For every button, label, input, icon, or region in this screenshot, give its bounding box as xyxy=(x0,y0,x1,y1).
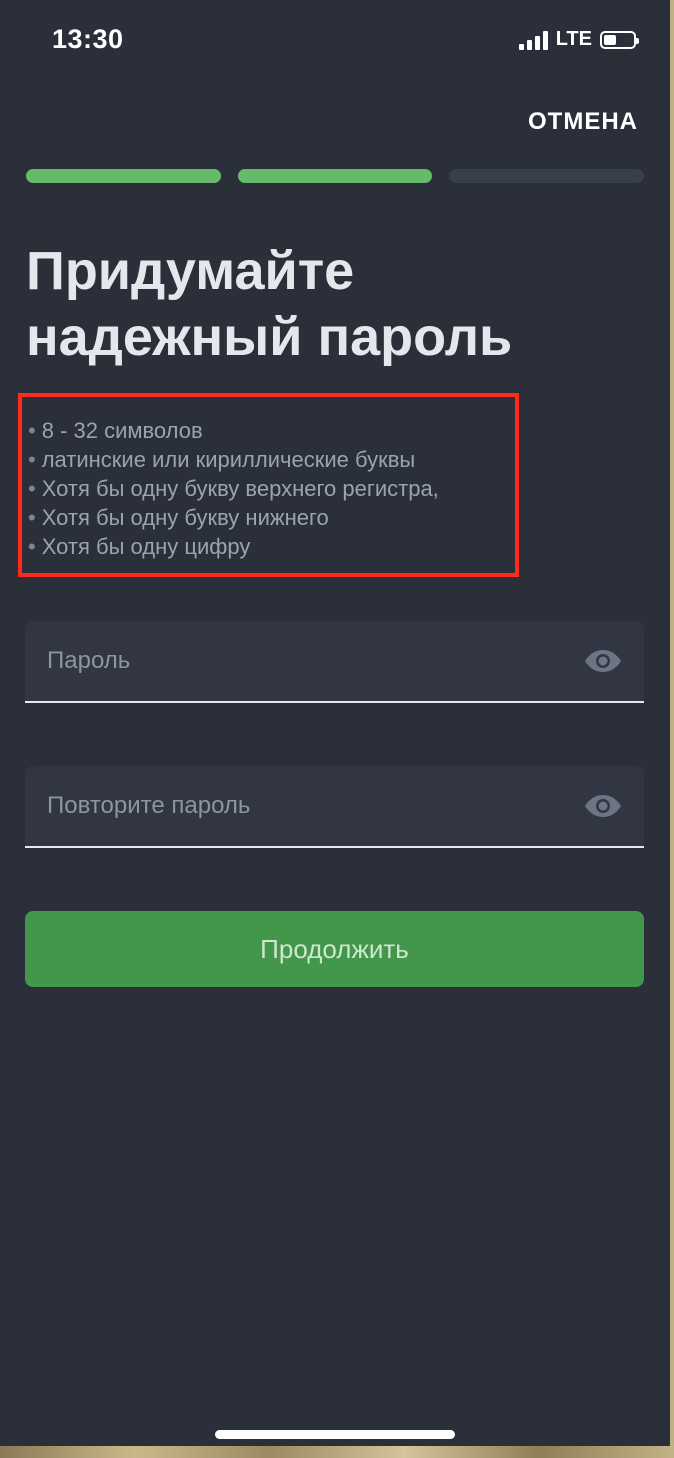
background-edge-bottom xyxy=(0,1446,674,1458)
page-title: Придумайте надежный пароль xyxy=(26,238,646,370)
progress-step xyxy=(237,169,433,183)
signal-icon xyxy=(518,30,548,50)
status-indicators: LTE xyxy=(518,28,639,51)
requirement-text: Хотя бы одну букву верхнего регистра, xyxy=(41,476,439,501)
requirement-item: • Хотя бы одну букву верхнего регистра, xyxy=(28,476,439,501)
app-screen: 13:30 LTE ОТМЕНА Придумайте надежный пар… xyxy=(0,0,670,1446)
repeat-password-field[interactable] xyxy=(25,766,644,848)
page-title-line-2: надежный пароль xyxy=(26,307,513,367)
password-input[interactable] xyxy=(47,621,567,701)
eye-icon[interactable] xyxy=(584,793,622,819)
requirement-item: • Хотя бы одну букву нижнего xyxy=(28,505,329,530)
continue-button[interactable]: Продолжить xyxy=(25,911,644,987)
battery-icon xyxy=(600,30,639,49)
progress-step xyxy=(26,169,221,183)
requirement-text: латинские или кириллические буквы xyxy=(41,447,416,472)
home-indicator[interactable] xyxy=(215,1430,455,1439)
password-field[interactable] xyxy=(25,621,644,703)
page-title-line-1: Придумайте xyxy=(26,241,355,301)
requirement-item: • 8 - 32 символов xyxy=(28,418,203,443)
requirement-text: Хотя бы одну букву нижнего xyxy=(41,505,329,530)
step-progress xyxy=(26,169,645,183)
status-time: 13:30 xyxy=(52,24,124,54)
cancel-button[interactable]: ОТМЕНА xyxy=(528,108,638,136)
background-edge xyxy=(670,0,674,1458)
progress-step xyxy=(449,169,645,183)
requirement-text: Хотя бы одну цифру xyxy=(41,534,251,559)
eye-icon[interactable] xyxy=(584,648,622,674)
requirement-text: 8 - 32 символов xyxy=(41,418,203,443)
password-requirements-list: • 8 - 32 символов • латинские или кириллич… xyxy=(28,416,439,561)
requirement-item: • латинские или кириллические буквы xyxy=(28,447,416,472)
network-type: LTE xyxy=(555,28,592,50)
requirement-item: • Хотя бы одну цифру xyxy=(28,534,251,559)
repeat-password-input[interactable] xyxy=(47,766,567,846)
